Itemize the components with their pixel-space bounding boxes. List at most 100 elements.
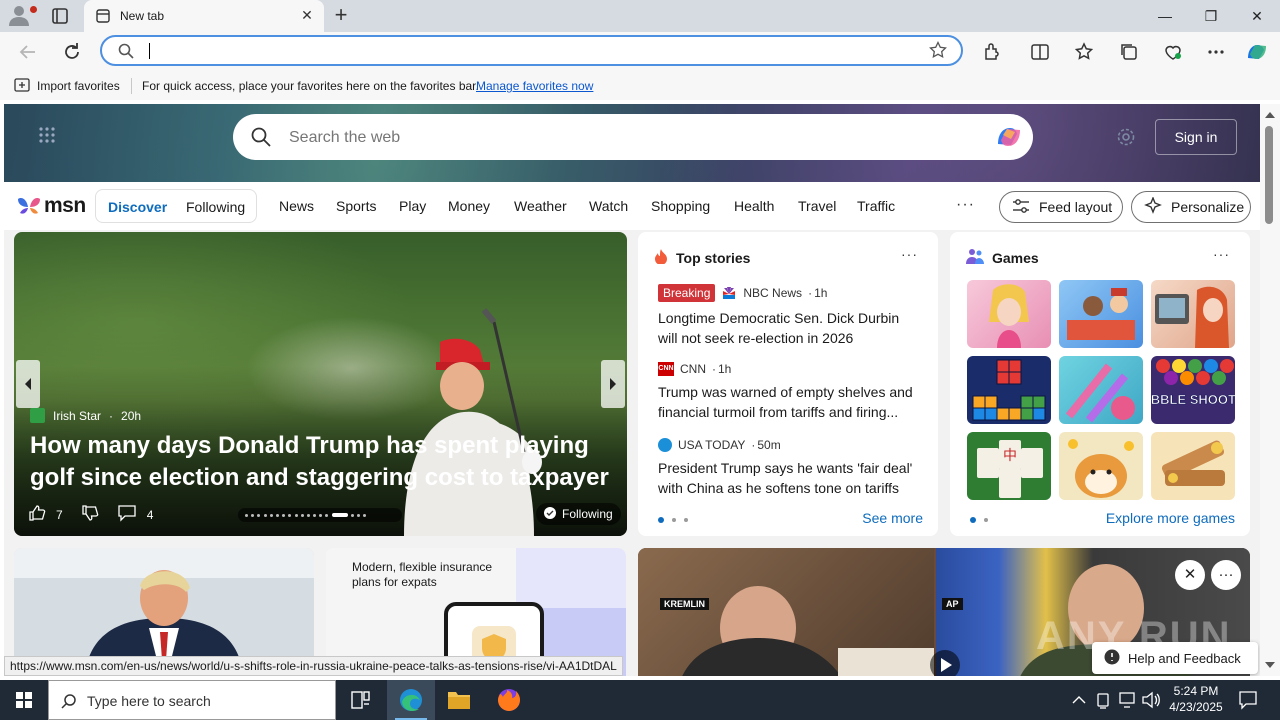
game-tile-blocks[interactable] [967,356,1051,424]
story-item[interactable]: Breaking NBC News · 1h Longtime Democrat… [658,284,922,348]
carousel-dot[interactable] [306,513,310,517]
device-icon[interactable] [1092,680,1114,720]
taskbar-file-explorer[interactable] [435,680,483,720]
feed-layout-button[interactable]: Feed layout [999,191,1123,223]
copilot-icon[interactable] [1244,40,1272,64]
collections-icon[interactable] [1117,40,1141,64]
taskbar-firefox[interactable] [485,680,533,720]
game-tile-mahjong[interactable]: 中 [967,432,1051,500]
tab-following[interactable]: Following [186,199,245,215]
nav-play[interactable]: Play [399,198,426,214]
carousel-dot[interactable] [275,513,279,517]
games-more-button[interactable]: ··· [1213,246,1230,262]
network-icon[interactable] [1116,680,1138,720]
top-stories-pager[interactable] [658,517,688,523]
game-tile-bubble-shooter[interactable]: BUBBLE SHOOTER [1151,356,1235,424]
restore-button[interactable]: ❐ [1188,0,1234,32]
comment-icon[interactable] [117,504,137,525]
carousel-dot[interactable] [319,513,323,517]
game-tile-doge[interactable] [1059,432,1143,500]
carousel-dot[interactable] [325,513,329,517]
import-favorites-button[interactable]: Import favorites [14,77,120,94]
taskbar-edge[interactable] [387,680,435,720]
game-tile-hotel[interactable] [1059,280,1143,348]
play-icon[interactable] [930,650,960,676]
address-input[interactable] [150,41,910,61]
video-more-button[interactable]: ··· [1211,560,1241,590]
nav-travel[interactable]: Travel [798,198,836,214]
copilot-icon[interactable] [993,122,1025,152]
hero-headline[interactable]: How many days Donald Trump has spent pla… [30,430,620,494]
help-feedback-button[interactable]: Help and Feedback [1092,642,1258,674]
game-tile-wood-puzzle[interactable] [1151,432,1235,500]
top-stories-more-button[interactable]: ··· [901,246,918,262]
nav-sports[interactable]: Sports [336,198,376,214]
back-icon[interactable] [16,40,40,64]
carousel-dot[interactable] [357,513,360,517]
carousel-dot[interactable] [288,513,292,517]
carousel-dot[interactable] [263,513,267,517]
tab-discover[interactable]: Discover [108,199,167,215]
tray-overflow-icon[interactable] [1068,680,1090,720]
carousel-dot[interactable] [331,513,348,517]
refresh-icon[interactable] [60,40,84,64]
nav-health[interactable]: Health [734,198,774,214]
favorites-icon[interactable] [1072,40,1096,64]
notifications-icon[interactable] [1234,680,1262,720]
dislike-icon[interactable] [81,504,99,525]
see-more-link[interactable]: See more [862,510,923,526]
close-video-button[interactable]: ✕ [1175,560,1205,590]
carousel-dot[interactable] [282,513,286,517]
carousel-dot[interactable] [300,513,304,517]
profile-icon[interactable] [8,4,37,28]
story-item[interactable]: USA TODAY · 50m President Trump says he … [658,436,922,498]
scroll-thumb[interactable] [1265,126,1273,224]
scroll-up-arrow[interactable] [1265,112,1275,118]
task-view-button[interactable] [336,680,384,720]
nav-weather[interactable]: Weather [514,198,567,214]
close-window-button[interactable]: ✕ [1234,0,1280,32]
game-tile-makeup[interactable] [1059,356,1143,424]
nav-traffic[interactable]: Traffic [857,198,895,214]
tab-new-tab[interactable]: New tab ✕ [84,0,324,32]
game-tile-story[interactable] [1151,280,1235,348]
next-slide-button[interactable] [601,360,625,408]
story-item[interactable]: CNN CNN · 1h Trump was warned of empty s… [658,360,922,422]
carousel-dot[interactable] [313,513,317,517]
extensions-icon[interactable] [980,40,1004,64]
nav-shopping[interactable]: Shopping [651,198,710,214]
hero-story-card[interactable]: Irish Star · 20h How many days Donald Tr… [14,232,627,536]
manage-favorites-link[interactable]: Manage favorites now [476,79,593,93]
web-search-box[interactable]: Search the web [233,114,1033,160]
carousel-dot[interactable] [251,513,255,517]
following-button[interactable]: Following [536,503,621,525]
start-button[interactable] [0,680,48,720]
tab-close-icon[interactable]: ✕ [300,8,314,22]
page-scrollbar[interactable] [1260,104,1280,676]
like-icon[interactable] [28,504,46,525]
carousel-dot[interactable] [257,513,261,517]
tab-actions-icon[interactable] [46,6,74,28]
carousel-dot[interactable] [294,513,298,517]
browser-essentials-icon[interactable] [1161,40,1185,64]
favorite-star-icon[interactable] [929,40,947,62]
volume-icon[interactable] [1140,680,1162,720]
explore-more-games-link[interactable]: Explore more games [1106,510,1235,526]
carousel-dot[interactable] [269,513,273,517]
carousel-indicator[interactable] [238,508,402,522]
carousel-dot[interactable] [350,513,354,517]
gear-icon[interactable] [1116,127,1136,147]
msn-logo[interactable]: msn [16,193,86,219]
scroll-down-arrow[interactable] [1265,662,1275,668]
carousel-dot[interactable] [245,513,248,517]
split-screen-icon[interactable] [1028,40,1052,64]
taskbar-search-box[interactable]: Type here to search [48,680,336,720]
sign-in-button[interactable]: Sign in [1155,119,1237,155]
more-categories-button[interactable]: ··· [956,196,975,214]
address-bar[interactable] [100,35,963,66]
carousel-dot[interactable] [363,513,367,517]
nav-money[interactable]: Money [448,198,490,214]
taskbar-clock[interactable]: 5:24 PM 4/23/2025 [1168,683,1224,715]
games-pager[interactable] [970,517,988,523]
new-tab-button[interactable]: + [330,4,352,27]
